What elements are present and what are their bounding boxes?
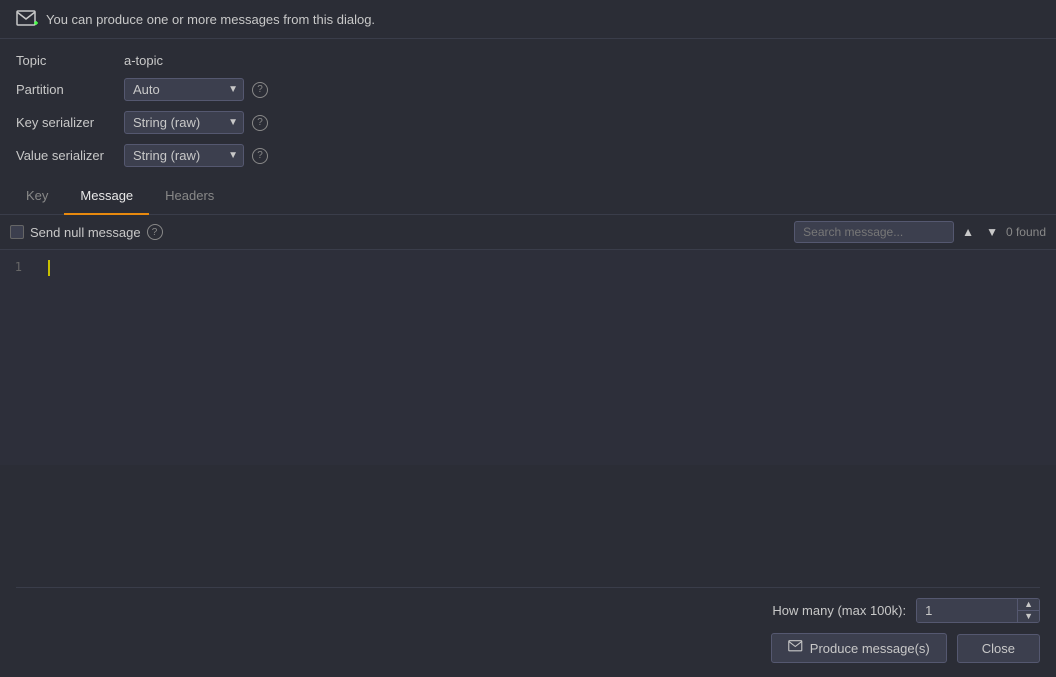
- editor-area[interactable]: 1: [0, 250, 1056, 465]
- search-area: ▲ ▼ 0 found: [794, 221, 1046, 243]
- search-down-button[interactable]: ▼: [982, 223, 1002, 241]
- send-null-checkbox[interactable]: [10, 225, 24, 239]
- topic-label: Topic: [16, 53, 116, 68]
- partition-row: Partition Auto 0 1 2 ▼ ?: [16, 78, 1040, 101]
- spinner-down-button[interactable]: ▼: [1018, 611, 1039, 622]
- close-button[interactable]: Close: [957, 634, 1040, 663]
- partition-select[interactable]: Auto 0 1 2: [124, 78, 244, 101]
- editor-content[interactable]: [30, 250, 1056, 465]
- tabs-bar: Key Message Headers: [0, 177, 1056, 215]
- partition-label: Partition: [16, 82, 116, 97]
- null-message-row: Send null message ?: [10, 224, 786, 240]
- banner-text: You can produce one or more messages fro…: [46, 12, 375, 27]
- bottom-divider: [16, 587, 1040, 588]
- search-input[interactable]: [794, 221, 954, 243]
- spinner-up-button[interactable]: ▲: [1018, 599, 1039, 611]
- line-number: 1: [8, 258, 22, 277]
- key-serializer-help-icon[interactable]: ?: [252, 115, 268, 131]
- value-serializer-row: Value serializer String (raw) Integer Lo…: [16, 144, 1040, 167]
- topic-row: Topic a-topic: [16, 53, 1040, 68]
- found-count-label: 0 found: [1006, 225, 1046, 239]
- close-button-label: Close: [982, 641, 1015, 656]
- info-banner: You can produce one or more messages fro…: [0, 0, 1056, 39]
- key-serializer-label: Key serializer: [16, 115, 116, 130]
- how-many-label: How many (max 100k):: [772, 603, 906, 618]
- message-toolbar: Send null message ? ▲ ▼ 0 found: [0, 215, 1056, 250]
- spinner-buttons: ▲ ▼: [1017, 599, 1039, 622]
- tab-message[interactable]: Message: [64, 178, 149, 215]
- fields-section: Topic a-topic Partition Auto 0 1 2 ▼ ? K…: [0, 39, 1056, 177]
- search-up-button[interactable]: ▲: [958, 223, 978, 241]
- number-input-wrapper: ▲ ▼: [916, 598, 1040, 623]
- action-row: Produce message(s) Close: [16, 633, 1040, 663]
- send-null-help-icon[interactable]: ?: [147, 224, 163, 240]
- value-serializer-select-wrapper: String (raw) Integer Long Float Double B…: [124, 144, 244, 167]
- tab-headers[interactable]: Headers: [149, 178, 230, 215]
- produce-button[interactable]: Produce message(s): [771, 633, 947, 663]
- key-serializer-row: Key serializer String (raw) Integer Long…: [16, 111, 1040, 134]
- send-null-label: Send null message: [30, 225, 141, 240]
- value-serializer-select[interactable]: String (raw) Integer Long Float Double B…: [124, 144, 244, 167]
- key-serializer-select-wrapper: String (raw) Integer Long Float Double B…: [124, 111, 244, 134]
- text-cursor: [48, 260, 50, 276]
- produce-button-label: Produce message(s): [810, 641, 930, 656]
- line-numbers: 1: [0, 250, 30, 465]
- partition-select-wrapper: Auto 0 1 2 ▼: [124, 78, 244, 101]
- partition-help-icon[interactable]: ?: [252, 82, 268, 98]
- how-many-row: How many (max 100k): ▲ ▼: [16, 598, 1040, 623]
- value-serializer-label: Value serializer: [16, 148, 116, 163]
- tab-key[interactable]: Key: [10, 178, 64, 215]
- how-many-input[interactable]: [917, 599, 1017, 622]
- message-add-icon: [16, 10, 38, 28]
- produce-icon: [788, 640, 804, 656]
- topic-value: a-topic: [124, 53, 163, 68]
- bottom-section: How many (max 100k): ▲ ▼ Produce message…: [0, 563, 1056, 677]
- value-serializer-help-icon[interactable]: ?: [252, 148, 268, 164]
- key-serializer-select[interactable]: String (raw) Integer Long Float Double B…: [124, 111, 244, 134]
